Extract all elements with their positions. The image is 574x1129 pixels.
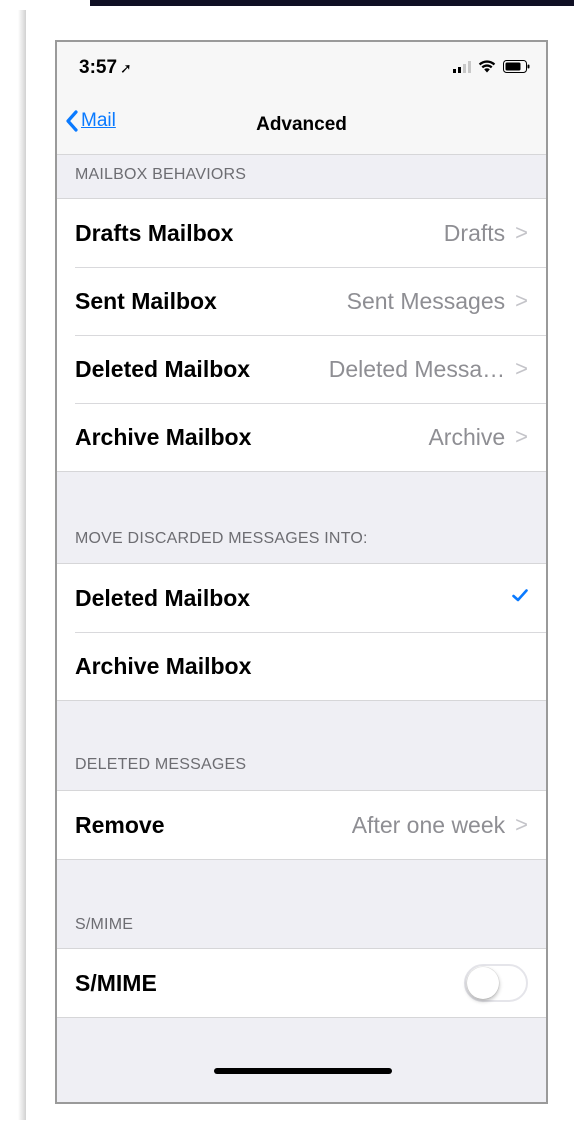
row-label: Deleted Mailbox [75, 584, 251, 611]
mailbox-behaviors-group: Drafts Mailbox Drafts > Sent Mailbox Sen… [57, 198, 546, 472]
row-value: Drafts [443, 219, 506, 246]
home-indicator[interactable] [214, 1068, 392, 1074]
wifi-icon [478, 60, 496, 73]
section-header-mailbox-behaviors: MAILBOX BEHAVIORS [75, 166, 247, 183]
location-arrow-icon: ➚ [120, 60, 132, 76]
deleted-messages-group: Remove After one week > [57, 790, 546, 860]
status-time-text: 3:57 [79, 57, 118, 78]
section-header-move-discarded: MOVE DISCARDED MESSAGES INTO: [75, 530, 368, 547]
chevron-right-icon: > [515, 812, 528, 837]
section-header-deleted-messages: DELETED MESSAGES [75, 756, 247, 773]
row-label: Archive Mailbox [75, 423, 252, 450]
cellular-signal-icon [453, 60, 471, 73]
archive-mailbox-row[interactable]: Archive Mailbox Archive > [57, 403, 546, 471]
row-label: Drafts Mailbox [75, 219, 234, 246]
top-dark-bar [90, 0, 574, 6]
chevron-right-icon: > [515, 356, 528, 381]
smime-row: S/MIME [57, 949, 546, 1017]
row-value: Archive [428, 423, 506, 450]
checkmark-icon [512, 589, 528, 607]
smime-group: S/MIME [57, 948, 546, 1018]
sent-mailbox-row[interactable]: Sent Mailbox Sent Messages > [57, 267, 546, 335]
row-label: Deleted Mailbox [75, 355, 251, 382]
row-value: Sent Messages [346, 287, 506, 314]
drafts-mailbox-row[interactable]: Drafts Mailbox Drafts > [57, 199, 546, 267]
row-label: Archive Mailbox [75, 652, 252, 679]
toggle-knob [467, 967, 499, 999]
row-label: Sent Mailbox [75, 287, 217, 314]
chevron-right-icon: > [515, 424, 528, 449]
smime-toggle[interactable] [464, 964, 528, 1002]
row-value: Deleted Messa… [328, 355, 506, 382]
status-time: 3:57 ➚ [79, 57, 132, 79]
section-header-smime: S/MIME [75, 916, 134, 933]
move-to-deleted-mailbox-row[interactable]: Deleted Mailbox [57, 564, 546, 632]
navigation-bar: Mail Advanced [57, 98, 546, 155]
remove-row[interactable]: Remove After one week > [57, 791, 546, 859]
row-label: S/MIME [75, 969, 157, 996]
move-to-archive-mailbox-row[interactable]: Archive Mailbox [57, 632, 546, 700]
status-bar: 3:57 ➚ [57, 42, 546, 98]
deleted-mailbox-row[interactable]: Deleted Mailbox Deleted Messa… > [57, 335, 546, 403]
move-discarded-group: Deleted Mailbox Archive Mailbox [57, 563, 546, 701]
row-label: Remove [75, 811, 165, 838]
chevron-right-icon: > [515, 220, 528, 245]
battery-icon [503, 60, 530, 73]
chevron-right-icon: > [515, 288, 528, 313]
page-title: Advanced [256, 114, 347, 135]
row-value: After one week [351, 811, 506, 838]
page-shadow [18, 10, 26, 1120]
phone-screen: 3:57 ➚ Mail Advanced MAILBOX BEHAVIORS Dr… [55, 40, 548, 1104]
status-icons [453, 60, 530, 73]
